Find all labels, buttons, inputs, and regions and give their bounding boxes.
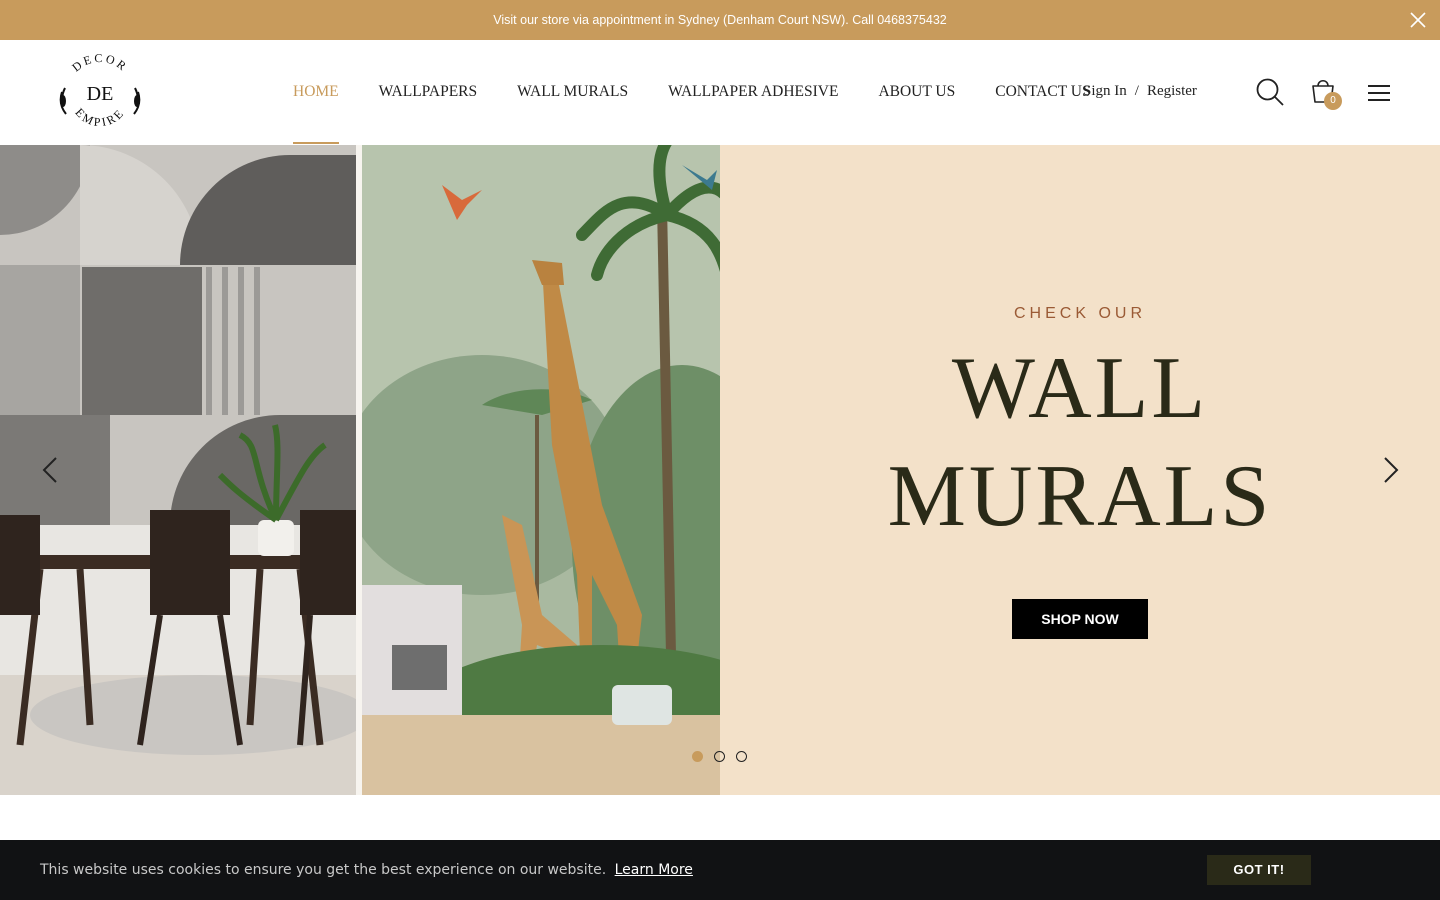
hero-image-jungle-mural bbox=[362, 145, 720, 795]
register-link[interactable]: Register bbox=[1147, 83, 1197, 99]
cart-count-badge: 0 bbox=[1324, 92, 1342, 110]
account-separator: / bbox=[1134, 83, 1139, 99]
hamburger-menu-icon[interactable] bbox=[1366, 82, 1392, 104]
cookie-text: This website uses cookies to ensure you … bbox=[40, 862, 607, 878]
slide-dot-2[interactable] bbox=[714, 751, 725, 762]
svg-text:EMPIRE: EMPIRE bbox=[72, 105, 127, 129]
cookie-message: This website uses cookies to ensure you … bbox=[40, 840, 693, 900]
logo-bottom-text: EMPIRE bbox=[72, 105, 125, 129]
hero-title-line-1: WALL bbox=[951, 340, 1209, 437]
logo-monogram: DE bbox=[87, 83, 114, 105]
account-links: Sign In / Register bbox=[1083, 40, 1197, 143]
sign-in-link[interactable]: Sign In bbox=[1083, 83, 1127, 99]
site-header: DECOR EMPIRE DE HOME WALLPAPERS WALL MUR… bbox=[0, 40, 1440, 145]
slide-pagination bbox=[692, 751, 758, 762]
hero-slider: CHECK OUR WALL MURALS SHOP NOW bbox=[0, 145, 1440, 795]
cookie-accept-button[interactable]: GOT IT! bbox=[1207, 855, 1311, 885]
slide-dot-3[interactable] bbox=[736, 751, 747, 762]
nav-about-us[interactable]: ABOUT US bbox=[878, 40, 955, 145]
logo-top-text: DECOR bbox=[69, 54, 128, 74]
hero-title-line-2: MURALS bbox=[887, 448, 1273, 545]
nav-contact-us[interactable]: CONTACT US bbox=[995, 40, 1090, 145]
announcement-bar: Visit our store via appointment in Sydne… bbox=[0, 0, 1440, 40]
cookie-banner: This website uses cookies to ensure you … bbox=[0, 840, 1440, 900]
shop-now-button[interactable]: SHOP NOW bbox=[1012, 599, 1148, 639]
brand-logo[interactable]: DECOR EMPIRE DE bbox=[56, 54, 144, 130]
slide-dot-1[interactable] bbox=[692, 751, 703, 762]
chevron-left-icon[interactable] bbox=[36, 450, 66, 490]
main-nav: HOME WALLPAPERS WALL MURALS WALLPAPER AD… bbox=[293, 40, 1091, 145]
close-icon[interactable] bbox=[1406, 8, 1430, 32]
search-icon[interactable] bbox=[1255, 77, 1285, 107]
learn-more-link[interactable]: Learn More bbox=[615, 862, 693, 878]
hero-title: WALL MURALS bbox=[720, 335, 1440, 551]
nav-wall-murals[interactable]: WALL MURALS bbox=[517, 40, 628, 145]
hero-kicker: CHECK OUR bbox=[1013, 305, 1146, 322]
nav-wallpapers[interactable]: WALLPAPERS bbox=[379, 40, 477, 145]
svg-text:DECOR: DECOR bbox=[69, 54, 130, 74]
chevron-right-icon[interactable] bbox=[1375, 450, 1405, 490]
announcement-text: Visit our store via appointment in Sydne… bbox=[493, 13, 947, 27]
nav-home[interactable]: HOME bbox=[293, 40, 339, 145]
nav-wallpaper-adhesive[interactable]: WALLPAPER ADHESIVE bbox=[668, 40, 838, 145]
